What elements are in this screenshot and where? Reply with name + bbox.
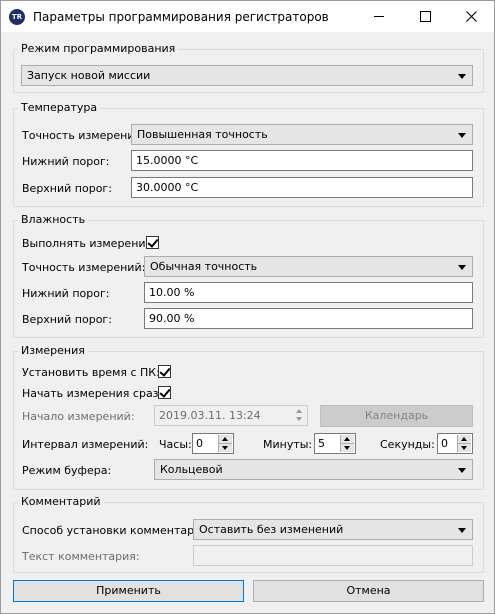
maximize-button[interactable] (402, 1, 448, 32)
set-time-checkbox[interactable] (158, 365, 171, 378)
temp-high-input[interactable]: 30.0000 °C (131, 177, 473, 198)
window-title: Параметры программирования регистраторов (33, 10, 329, 24)
temp-accuracy-select[interactable]: Повышенная точность (131, 124, 473, 145)
mode-legend: Режим программирования (18, 42, 179, 55)
hours-stepper[interactable]: 0 (192, 433, 234, 454)
seconds-label: Секунды: (380, 438, 435, 451)
start-now-label: Начать измерения сразу: (22, 387, 169, 400)
chevron-down-icon (458, 468, 466, 473)
decrement-arrow-icon[interactable] (341, 444, 354, 452)
humidity-low-input[interactable]: 10.00 % (144, 282, 473, 303)
comment-method-label: Способ установки комментария: (22, 524, 212, 537)
comment-text-label: Текст комментария: (22, 550, 140, 563)
comment-legend: Комментарий (18, 495, 104, 508)
buffer-select[interactable]: Кольцевой (154, 459, 473, 480)
hours-label: Часы: (159, 438, 192, 451)
comment-method-select[interactable]: Оставить без изменений (193, 519, 473, 540)
humidity-accuracy-select[interactable]: Обычная точность (144, 256, 473, 277)
temp-high-label: Верхний порог: (22, 182, 112, 195)
seconds-value: 0 (441, 437, 448, 450)
checkmark-icon (159, 386, 171, 398)
humidity-high-label: Верхний порог: (22, 313, 112, 326)
set-time-label: Установить время с ПК: (22, 366, 160, 379)
measurements-legend: Измерения (18, 344, 88, 357)
mode-select[interactable]: Запуск новой миссии (21, 65, 473, 86)
increment-arrow-icon[interactable] (219, 435, 232, 444)
dialog-window: TR Параметры программирования регистрато… (0, 0, 495, 614)
humidity-measure-label: Выполнять измерение: (22, 237, 157, 250)
start-now-checkbox[interactable] (158, 386, 171, 399)
cancel-button[interactable]: Отмена (253, 580, 484, 602)
humidity-accuracy-label: Точность измерений: (22, 261, 146, 274)
chevron-down-icon (458, 265, 466, 270)
interval-label: Интервал измерений: (22, 438, 149, 451)
close-button[interactable] (448, 1, 494, 32)
hours-value: 0 (196, 437, 203, 450)
comment-method-value: Оставить без изменений (199, 523, 344, 536)
chevron-down-icon (458, 133, 466, 138)
increment-arrow-icon[interactable] (458, 435, 471, 444)
humidity-legend: Влажность (18, 213, 89, 226)
minutes-value: 5 (318, 437, 325, 450)
decrement-arrow-icon[interactable] (458, 444, 471, 452)
minutes-label: Минуты: (263, 438, 313, 451)
comment-text-input[interactable] (193, 545, 473, 566)
spin-arrows-icon (294, 408, 305, 423)
temperature-legend: Температура (18, 101, 101, 114)
decrement-arrow-icon[interactable] (219, 444, 232, 452)
temp-low-label: Нижний порог: (22, 155, 110, 168)
close-icon (465, 11, 477, 22)
chevron-down-icon (458, 528, 466, 533)
increment-arrow-icon[interactable] (341, 435, 354, 444)
minimize-button[interactable] (356, 1, 402, 32)
start-time-picker[interactable]: 2019.03.11. 13:24 (154, 405, 308, 426)
start-time-label: Начало измерений: (22, 410, 135, 423)
minimize-icon (374, 16, 384, 17)
app-logo-icon: TR (9, 9, 25, 25)
maximize-icon (419, 11, 431, 22)
humidity-high-input[interactable]: 90.00 % (144, 308, 473, 329)
start-time-value: 2019.03.11. 13:24 (159, 409, 261, 422)
humidity-accuracy-value: Обычная точность (150, 260, 258, 273)
temp-accuracy-value: Повышенная точность (137, 128, 268, 141)
checkmark-icon (147, 236, 159, 248)
apply-button[interactable]: Применить (13, 580, 244, 602)
temp-low-input[interactable]: 15.0000 °C (131, 150, 473, 171)
humidity-measure-checkbox[interactable] (146, 236, 159, 249)
temp-accuracy-label: Точность измерений: (22, 129, 146, 142)
humidity-low-label: Нижний порог: (22, 287, 110, 300)
checkmark-icon (159, 365, 171, 377)
calendar-button[interactable]: Календарь (320, 405, 473, 427)
title-bar[interactable]: TR Параметры программирования регистрато… (1, 1, 494, 32)
buffer-label: Режим буфера: (22, 464, 112, 477)
minutes-stepper[interactable]: 5 (314, 433, 356, 454)
seconds-stepper[interactable]: 0 (437, 433, 473, 454)
mode-select-value: Запуск новой миссии (27, 69, 151, 82)
chevron-down-icon (458, 74, 466, 79)
buffer-value: Кольцевой (160, 463, 223, 476)
